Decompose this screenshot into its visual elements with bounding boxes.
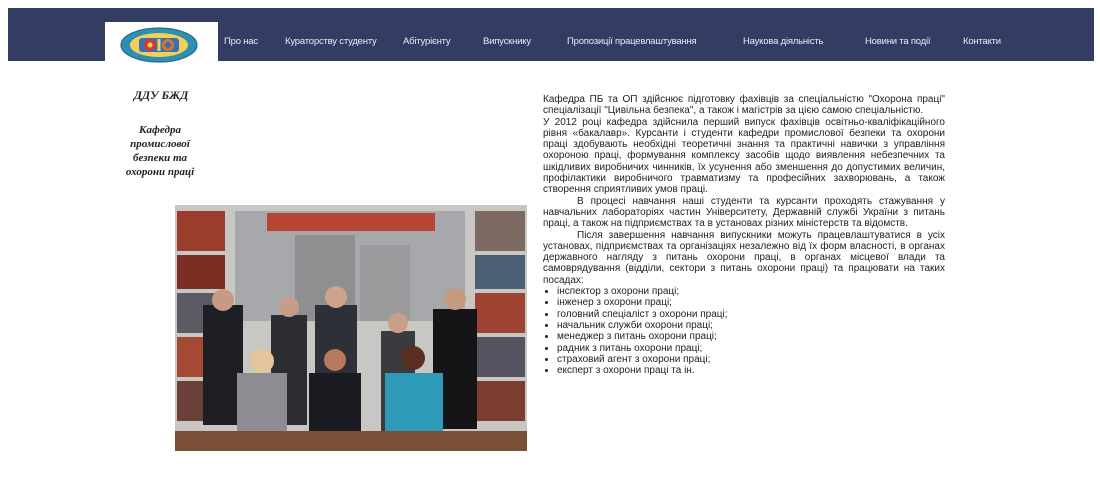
- article-paragraph: Кафедра ПБ та ОП здійснює підготовку фах…: [543, 94, 945, 117]
- org-short-name: ДДУ БЖД: [133, 88, 189, 102]
- staff-group-photo: [175, 205, 527, 451]
- nav-news[interactable]: Новини та події: [865, 36, 963, 50]
- list-item: радник з питань охорони праці;: [557, 343, 945, 354]
- nav-job-offers[interactable]: Пропозиції працевлаштування: [567, 36, 743, 50]
- article-paragraph: У 2012 році кафедра здійснила перший вип…: [543, 116, 945, 196]
- nav-applicants[interactable]: Абітурієнту: [403, 36, 483, 50]
- sidebar-title-block: ДДУ БЖД Кафедра промислової безпеки та о…: [100, 88, 220, 179]
- department-name-line: охорони праці: [125, 166, 195, 178]
- article-paragraph: Після завершення навчання випускники мож…: [543, 229, 945, 286]
- emblem-icon: [120, 27, 198, 63]
- site-logo[interactable]: [105, 22, 218, 65]
- job-positions-list: інспектор з охорони праці; інженер з охо…: [543, 286, 945, 376]
- list-item: експерт з охорони праці та ін.: [557, 365, 945, 376]
- department-name-line: безпеки та: [132, 152, 188, 164]
- department-name-line: Кафедра: [139, 124, 181, 136]
- nav-contacts[interactable]: Контакти: [963, 36, 1001, 50]
- nav-about[interactable]: Про нас: [224, 36, 285, 50]
- department-description: Кафедра ПБ та ОП здійснює підготовку фах…: [543, 94, 945, 376]
- list-item: головний спеціаліст з охорони праці;: [557, 309, 945, 320]
- list-item: менеджер з питань охорони праці;: [557, 331, 945, 342]
- list-item: начальник служби охорони праці;: [557, 320, 945, 331]
- article-paragraph: В процесі навчання наші студенти та курс…: [543, 195, 945, 230]
- main-nav: Про нас Кураторству студенту Абітурієнту…: [224, 36, 1001, 50]
- nav-students[interactable]: Кураторству студенту: [285, 36, 403, 50]
- list-item: інспектор з охорони праці;: [557, 286, 945, 297]
- nav-graduates[interactable]: Випускнику: [483, 36, 567, 50]
- department-name: Кафедра промислової безпеки та охорони п…: [100, 123, 220, 179]
- nav-research[interactable]: Наукова діяльність: [743, 36, 865, 50]
- list-item: страховий агент з охорони праці;: [557, 354, 945, 365]
- department-name-line: промислової: [130, 138, 190, 150]
- list-item: інженер з охорони праці;: [557, 297, 945, 308]
